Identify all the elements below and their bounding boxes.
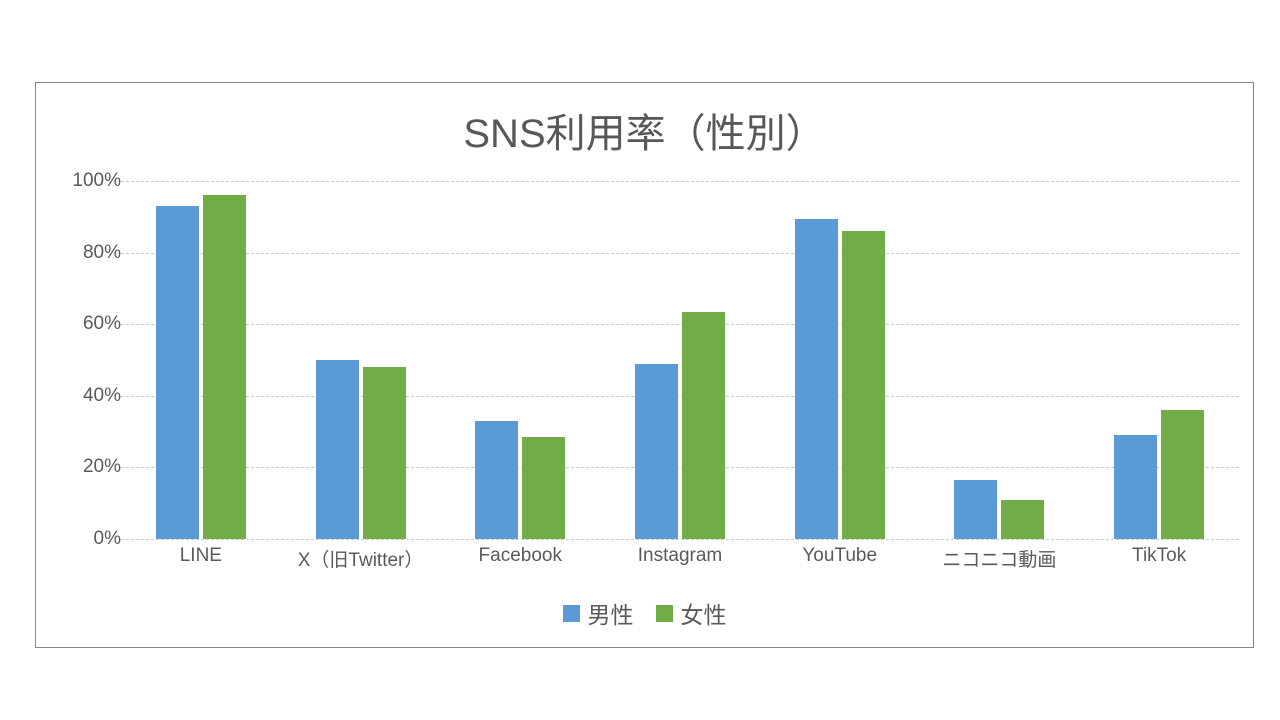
- bar: [1114, 435, 1158, 539]
- x-axis-tick-label: ニコニコ動画: [942, 550, 1057, 571]
- chart-legend: 男性 女性: [36, 596, 1253, 630]
- screenshot-root: SNS利用率（性別） 100% 80% 60% 40% 20% 0% LINE X（旧Twi…: [0, 0, 1280, 720]
- x-axis-tick-label: TikTok: [1132, 545, 1187, 566]
- bar-group: [600, 181, 760, 539]
- legend-item: 男性: [562, 596, 634, 630]
- y-axis-tick-label: 40%: [82, 384, 121, 406]
- bar: [522, 436, 566, 539]
- legend-swatch: [655, 604, 673, 622]
- bar: [362, 367, 406, 539]
- bar: [681, 311, 725, 539]
- y-axis-tick-label: 100%: [72, 170, 121, 191]
- y-axis-tick-label: 60%: [82, 313, 121, 335]
- y-axis-tick-label: 0%: [93, 528, 121, 549]
- x-axis-tick-label: Facebook: [478, 545, 563, 566]
- legend-swatch: [562, 604, 580, 622]
- bar-group: [281, 181, 441, 539]
- bar: [634, 363, 678, 539]
- gridline: [121, 539, 1239, 540]
- bar: [202, 195, 246, 539]
- bar-group: [1079, 181, 1239, 539]
- bar: [1001, 499, 1045, 539]
- bar-group: [760, 181, 920, 539]
- y-axis-tick-label: 20%: [82, 456, 121, 478]
- bar: [475, 420, 519, 539]
- bar: [1161, 410, 1205, 539]
- x-axis-tick-label: Instagram: [637, 545, 723, 566]
- bar: [315, 360, 359, 539]
- bar: [155, 206, 199, 539]
- legend-item: 女性: [655, 596, 727, 630]
- x-axis: LINE X（旧Twitter） Facebook Instagram YouTube ニ…: [121, 545, 1239, 579]
- x-axis-tick-label: X（旧Twitter）: [297, 550, 424, 571]
- bar-group: [920, 181, 1080, 539]
- legend-label: 女性: [680, 602, 727, 628]
- bar: [841, 231, 885, 539]
- plot-wrapper: 100% 80% 60% 40% 20% 0% LINE X（旧Twitter） Facebo…: [36, 83, 1253, 647]
- x-axis-tick-label: YouTube: [802, 545, 878, 566]
- legend-label: 男性: [587, 602, 634, 628]
- chart-container: SNS利用率（性別） 100% 80% 60% 40% 20% 0% LINE X（旧Twi…: [35, 82, 1254, 648]
- bar: [954, 479, 998, 539]
- y-axis-tick-label: 80%: [82, 241, 121, 263]
- plot-area: [121, 181, 1239, 539]
- bar: [794, 218, 838, 539]
- y-axis: 100% 80% 60% 40% 20% 0%: [49, 83, 121, 647]
- x-axis-tick-label: LINE: [179, 545, 222, 566]
- bar-group: [121, 181, 281, 539]
- bar-group: [440, 181, 600, 539]
